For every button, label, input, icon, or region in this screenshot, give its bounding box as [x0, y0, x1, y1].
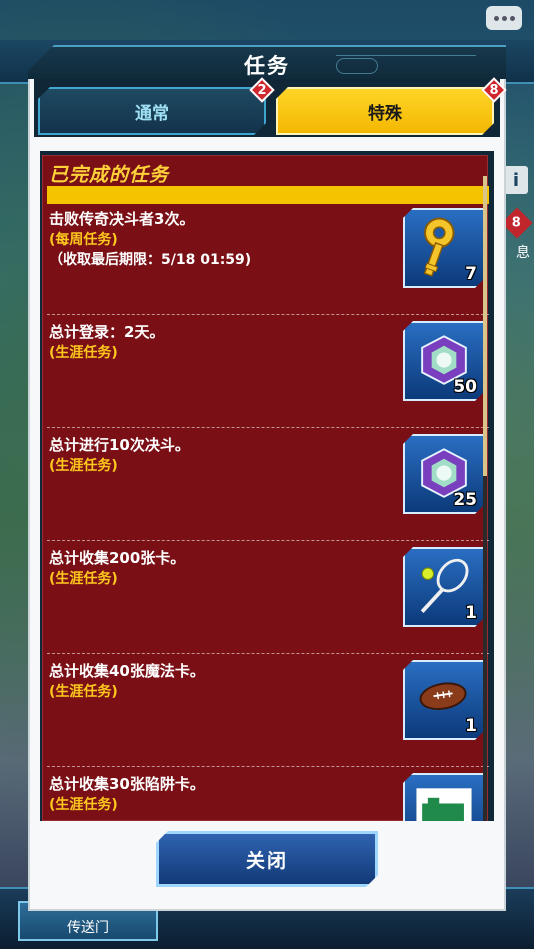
- mission-category: (每周任务): [49, 232, 118, 248]
- mission-category: (生涯任务): [49, 797, 118, 813]
- tab-normal-label: 通常: [135, 103, 169, 124]
- section-header: 已完成的任务: [47, 160, 489, 204]
- mission-title: 总计收集30张陷阱卡。: [49, 775, 205, 793]
- mission-list[interactable]: 已完成的任务 击败传奇决斗者3次。 (每周任务) （收取最后期限：5/18 01…: [40, 151, 494, 821]
- mission-category: (生涯任务): [49, 571, 118, 587]
- tab-special-label: 特殊: [368, 103, 402, 124]
- reward-count: 1: [465, 603, 477, 623]
- mission-item: 击败传奇决斗者3次。 (每周任务) （收取最后期限：5/18 01:59) 7: [47, 202, 489, 315]
- mission-category: (生涯任务): [49, 458, 118, 474]
- mission-item: 总计收集40张魔法卡。 (生涯任务) 1: [47, 654, 489, 767]
- mission-list-panel: 已完成的任务 击败传奇决斗者3次。 (每周任务) （收取最后期限：5/18 01…: [42, 155, 489, 821]
- mission-deadline: （收取最后期限：5/18 01:59): [49, 252, 252, 268]
- scrollbar[interactable]: [483, 176, 487, 821]
- reward-tile[interactable]: 7: [403, 208, 485, 288]
- reward-count: 1: [465, 716, 477, 736]
- card-art-icon: [405, 775, 483, 821]
- mission-title: 总计进行10次决斗。: [49, 436, 190, 454]
- reward-tile[interactable]: 1: [403, 547, 485, 627]
- mission-category: (生涯任务): [49, 684, 118, 700]
- mission-title: 总计收集40张魔法卡。: [49, 662, 205, 680]
- mission-title: 总计收集200张卡。: [49, 549, 186, 567]
- tab-normal[interactable]: 通常: [38, 87, 266, 135]
- tab-strip: 通常 2 特殊 8: [34, 79, 500, 137]
- info-icon[interactable]: i: [504, 166, 528, 194]
- scroll-thumb[interactable]: [483, 176, 487, 476]
- tab-special-badge: 8: [482, 78, 506, 102]
- tab-normal-badge: 2: [250, 78, 274, 102]
- reward-tile[interactable]: 25: [403, 434, 485, 514]
- side-notification-badge: 8: [501, 207, 533, 239]
- reward-count: 7: [465, 264, 477, 284]
- dialog-title: 任务: [244, 54, 290, 78]
- mission-dialog: 任务 通常 2 特殊 8 已完成的任务 击败传奇决斗者3次。 (每周任务) （收…: [28, 45, 506, 911]
- reward-tile[interactable]: 1: [403, 660, 485, 740]
- reward-tile[interactable]: [403, 773, 485, 821]
- close-button-label: 关闭: [245, 849, 288, 872]
- mission-item: 总计收集200张卡。 (生涯任务) 1: [47, 541, 489, 654]
- side-label: 息: [516, 245, 530, 261]
- mission-item: 总计进行10次决斗。 (生涯任务) 25: [47, 428, 489, 541]
- close-button[interactable]: 关闭: [156, 831, 378, 887]
- dialog-title-bar: 任务: [28, 45, 506, 79]
- tab-special[interactable]: 特殊: [276, 87, 494, 135]
- mission-item: 总计登录：2天。 (生涯任务) 50: [47, 315, 489, 428]
- reward-tile[interactable]: 50: [403, 321, 485, 401]
- mission-item: 总计收集30张陷阱卡。 (生涯任务): [47, 767, 489, 821]
- portal-label: 传送门: [67, 920, 109, 936]
- mission-title: 击败传奇决斗者3次。: [49, 210, 195, 228]
- reward-count: 50: [453, 377, 477, 397]
- chat-bubble-icon[interactable]: [486, 6, 522, 30]
- section-title: 已完成的任务: [49, 164, 170, 186]
- reward-count: 25: [453, 490, 477, 510]
- mission-category: (生涯任务): [49, 345, 118, 361]
- mission-title: 总计登录：2天。: [49, 323, 165, 341]
